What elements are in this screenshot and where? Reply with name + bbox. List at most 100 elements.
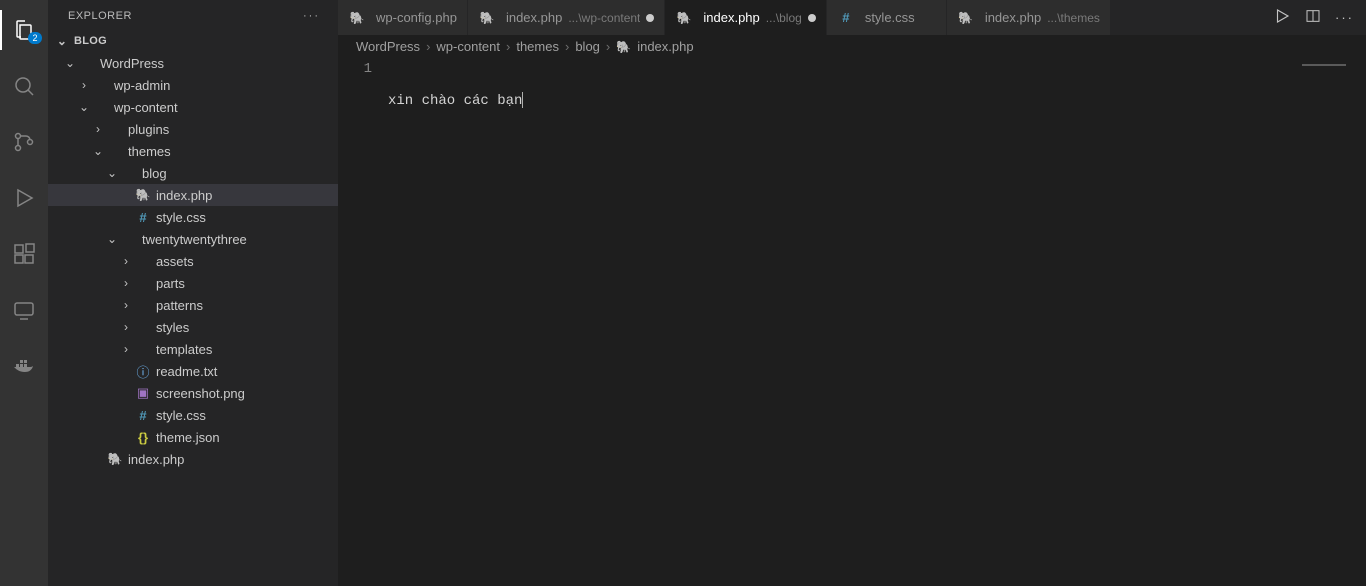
tree-item-label: blog bbox=[142, 166, 167, 181]
tree-item[interactable]: ⌄ themes bbox=[48, 140, 338, 162]
tree-item[interactable]: ⌄ twentytwentythree bbox=[48, 228, 338, 250]
breadcrumb-segment[interactable]: WordPress bbox=[356, 39, 420, 54]
tab-suffix: ...\wp-content bbox=[568, 11, 640, 25]
tree-item-label: parts bbox=[156, 276, 185, 291]
tree-item-label: plugins bbox=[128, 122, 169, 137]
tree-item-label: twentytwentythree bbox=[142, 232, 247, 247]
chevron-down-icon: ⌄ bbox=[62, 56, 78, 70]
hash-icon: # bbox=[842, 10, 849, 25]
breadcrumb-separator-icon: › bbox=[506, 39, 510, 54]
tree-item[interactable]: › plugins bbox=[48, 118, 338, 140]
breadcrumb-segment[interactable]: themes bbox=[516, 39, 559, 54]
breadcrumb-separator-icon: › bbox=[426, 39, 430, 54]
tree-item[interactable]: 🐘index.php bbox=[48, 184, 338, 206]
chevron-right-icon: › bbox=[118, 320, 134, 334]
editor-tab[interactable]: 🐘wp-config.php bbox=[338, 0, 468, 35]
tab-name: index.php bbox=[703, 10, 759, 25]
activity-docker[interactable] bbox=[0, 346, 48, 386]
dirty-indicator-icon bbox=[808, 14, 816, 22]
tree-item[interactable]: ⓘreadme.txt bbox=[48, 360, 338, 382]
tab-suffix: ...\themes bbox=[1047, 11, 1100, 25]
tab-suffix: ...\blog bbox=[766, 11, 802, 25]
tree-item[interactable]: ⌄ blog bbox=[48, 162, 338, 184]
tree-item-label: theme.json bbox=[156, 430, 220, 445]
activity-explorer[interactable]: 2 bbox=[0, 10, 48, 50]
tree-item-label: templates bbox=[156, 342, 212, 357]
code-content[interactable]: xin chào các bạn bbox=[388, 60, 1366, 586]
tree-item-label: assets bbox=[156, 254, 194, 269]
dirty-indicator-icon bbox=[646, 14, 654, 22]
php-icon: 🐘 bbox=[616, 40, 631, 54]
editor-tab[interactable]: 🐘 index.php ...\wp-content bbox=[468, 0, 665, 35]
source-control-icon bbox=[12, 130, 36, 154]
tree-item[interactable]: › styles bbox=[48, 316, 338, 338]
docker-icon bbox=[12, 354, 36, 378]
chevron-right-icon: › bbox=[76, 78, 92, 92]
tree-item-label: style.css bbox=[156, 408, 206, 423]
editor-tab[interactable]: 🐘index.php...\blog bbox=[665, 0, 826, 35]
breadcrumb-segment[interactable]: index.php bbox=[637, 39, 693, 54]
tab-actions: ··· bbox=[1261, 0, 1366, 35]
tree-item[interactable]: ▣screenshot.png bbox=[48, 382, 338, 404]
activity-run-debug[interactable] bbox=[0, 178, 48, 218]
php-icon: 🐘 bbox=[108, 452, 123, 466]
chevron-right-icon: › bbox=[90, 122, 106, 136]
image-icon: ▣ bbox=[137, 385, 149, 401]
tree-item-label: themes bbox=[128, 144, 171, 159]
tree-item[interactable]: #style.css bbox=[48, 206, 338, 228]
line-gutter: 1 bbox=[338, 60, 388, 586]
more-icon[interactable]: ··· bbox=[1335, 10, 1354, 25]
extensions-icon bbox=[12, 242, 36, 266]
tree-item[interactable]: # style.css bbox=[48, 404, 338, 426]
chevron-down-icon: ⌄ bbox=[104, 166, 120, 180]
panel-header[interactable]: ⌄ BLOG bbox=[48, 30, 338, 52]
tab-name: wp-config.php bbox=[376, 10, 457, 25]
search-icon bbox=[12, 74, 36, 98]
tree-item-label: styles bbox=[156, 320, 189, 335]
editor-area: 🐘wp-config.php 🐘 index.php ...\wp-content 🐘 i… bbox=[338, 0, 1366, 586]
run-debug-icon bbox=[12, 186, 36, 210]
tree-item[interactable]: ⌄wp-content bbox=[48, 96, 338, 118]
activity-source-control[interactable] bbox=[0, 122, 48, 162]
editor-tab[interactable]: #style.css bbox=[827, 0, 947, 35]
line-number: 1 bbox=[338, 60, 372, 79]
activity-remote[interactable] bbox=[0, 290, 48, 330]
run-icon[interactable] bbox=[1273, 7, 1291, 28]
breadcrumb-segment[interactable]: wp-content bbox=[436, 39, 500, 54]
chevron-down-icon: ⌄ bbox=[90, 144, 106, 158]
chevron-right-icon: › bbox=[118, 342, 134, 356]
tree-item-label: style.css bbox=[156, 210, 206, 225]
app-root: 2 EXPLORER ··· ⌄ BLOG ⌄WordPress›wp bbox=[0, 0, 1366, 586]
sidebar-title: EXPLORER bbox=[68, 10, 132, 22]
breadcrumbs[interactable]: WordPress›wp-content›themes›blog›🐘index.… bbox=[338, 35, 1366, 60]
chevron-right-icon: › bbox=[118, 298, 134, 312]
chevron-right-icon: › bbox=[118, 254, 134, 268]
tree-item[interactable]: › assets bbox=[48, 250, 338, 272]
tree-item[interactable]: ›wp-admin bbox=[48, 74, 338, 96]
editor-tab[interactable]: 🐘index.php...\themes bbox=[947, 0, 1111, 35]
remote-icon bbox=[12, 298, 36, 322]
activity-extensions[interactable] bbox=[0, 234, 48, 274]
info-icon: ⓘ bbox=[136, 362, 149, 381]
php-icon: 🐘 bbox=[136, 188, 151, 202]
sidebar-more-icon[interactable]: ··· bbox=[303, 10, 320, 22]
chevron-down-icon: ⌄ bbox=[76, 100, 92, 114]
tree-item[interactable]: ›patterns bbox=[48, 294, 338, 316]
tab-name: index.php bbox=[985, 10, 1041, 25]
json-icon: {} bbox=[138, 430, 148, 445]
tree-item[interactable]: › templates bbox=[48, 338, 338, 360]
code-editor[interactable]: 1 xin chào các bạn bbox=[338, 60, 1366, 586]
chevron-down-icon: ⌄ bbox=[104, 232, 120, 246]
tree-item[interactable]: {} theme.json bbox=[48, 426, 338, 448]
tab-name: index.php bbox=[506, 10, 562, 25]
split-editor-icon[interactable] bbox=[1305, 8, 1321, 27]
php-icon: 🐘 bbox=[479, 11, 494, 25]
tree-item[interactable]: ⌄WordPress bbox=[48, 52, 338, 74]
minimap[interactable] bbox=[1302, 60, 1352, 70]
hash-icon: # bbox=[139, 408, 146, 423]
tree-item[interactable]: ›parts bbox=[48, 272, 338, 294]
sidebar: EXPLORER ··· ⌄ BLOG ⌄WordPress›wp-admin⌄… bbox=[48, 0, 338, 586]
activity-search[interactable] bbox=[0, 66, 48, 106]
breadcrumb-segment[interactable]: blog bbox=[575, 39, 600, 54]
tree-item[interactable]: 🐘index.php bbox=[48, 448, 338, 470]
